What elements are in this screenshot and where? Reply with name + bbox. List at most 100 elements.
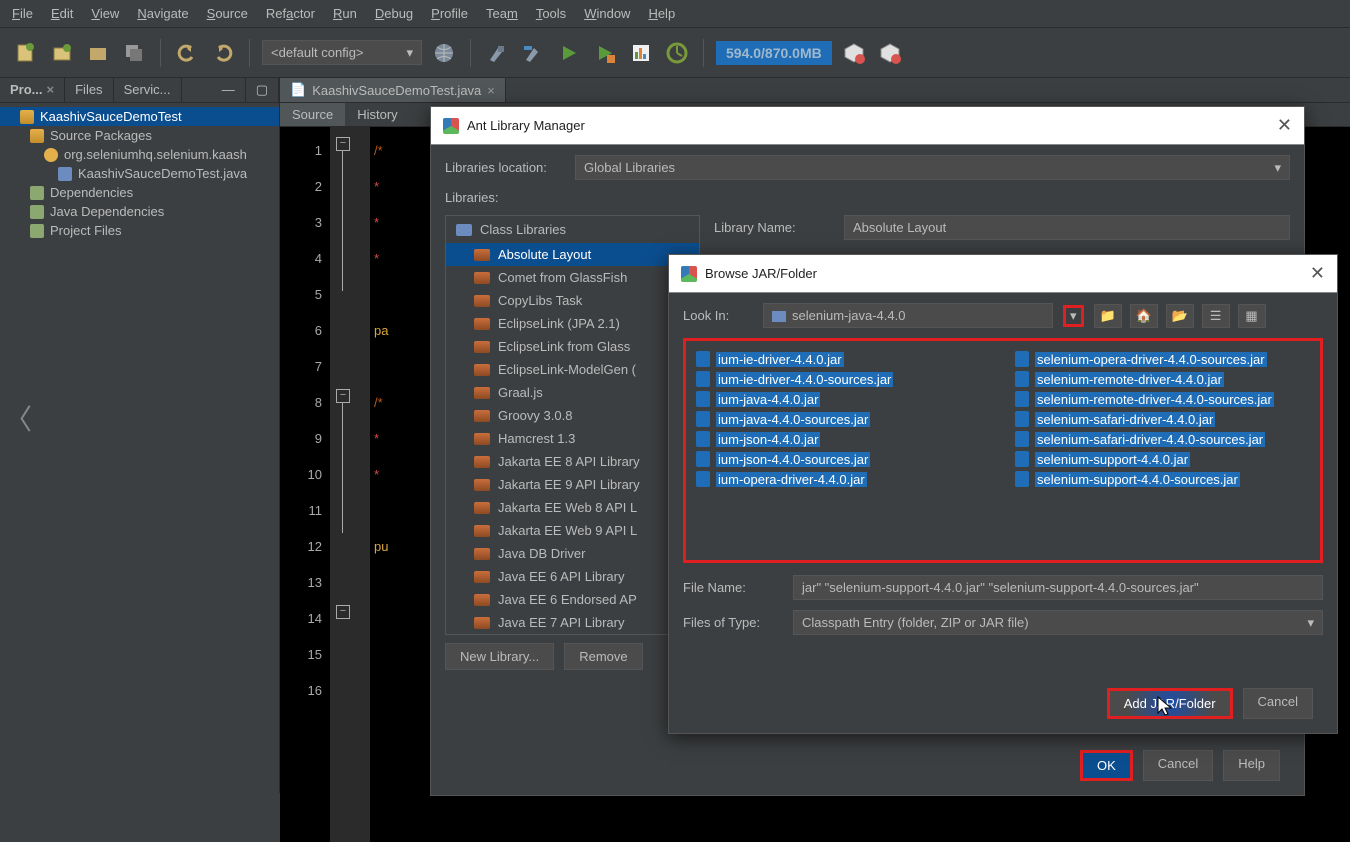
tree-node-projectfiles[interactable]: Project Files bbox=[0, 221, 279, 240]
file-item[interactable]: selenium-remote-driver-4.4.0.jar bbox=[1015, 371, 1224, 387]
file-name-input[interactable]: jar" "selenium-support-4.4.0.jar" "selen… bbox=[793, 575, 1323, 600]
new-folder-icon[interactable]: 📂 bbox=[1166, 304, 1194, 328]
file-item[interactable]: selenium-opera-driver-4.4.0-sources.jar bbox=[1015, 351, 1267, 367]
menu-edit[interactable]: Edit bbox=[51, 6, 73, 21]
list-view-icon[interactable]: ☰ bbox=[1202, 304, 1230, 328]
undo-icon[interactable] bbox=[173, 39, 201, 67]
list-item[interactable]: EclipseLink-ModelGen ( bbox=[446, 358, 699, 381]
libraries-listbox[interactable]: Class Libraries Absolute Layout Comet fr… bbox=[445, 215, 700, 635]
menu-help[interactable]: Help bbox=[648, 6, 675, 21]
editor-tab[interactable]: 📄 KaashivSauceDemoTest.java × bbox=[280, 78, 506, 102]
list-item[interactable]: Jakarta EE 8 API Library bbox=[446, 450, 699, 473]
add-jar-folder-button[interactable]: Add JAR/Folder bbox=[1107, 688, 1233, 719]
file-item[interactable]: ium-json-4.4.0-sources.jar bbox=[696, 451, 870, 467]
list-item[interactable]: EclipseLink from Glass bbox=[446, 335, 699, 358]
restore-icon[interactable]: ▢ bbox=[246, 78, 279, 102]
new-file-icon[interactable] bbox=[12, 39, 40, 67]
list-item[interactable]: Comet from GlassFish bbox=[446, 266, 699, 289]
tree-node-package[interactable]: org.seleniumhq.selenium.kaash bbox=[0, 145, 279, 164]
list-item[interactable]: Java EE 7 API Library bbox=[446, 611, 699, 634]
save-all-icon[interactable] bbox=[120, 39, 148, 67]
close-icon[interactable]: ✕ bbox=[1277, 115, 1292, 136]
close-icon[interactable]: × bbox=[487, 83, 495, 98]
list-item[interactable]: Java DB Driver bbox=[446, 542, 699, 565]
cancel-button[interactable]: Cancel bbox=[1143, 750, 1213, 781]
list-item[interactable]: Groovy 3.0.8 bbox=[446, 404, 699, 427]
menu-window[interactable]: Window bbox=[584, 6, 630, 21]
tab-services[interactable]: Servic... bbox=[114, 78, 182, 102]
memory-usage[interactable]: 594.0/870.0MB bbox=[716, 41, 832, 65]
tab-projects[interactable]: Pro...× bbox=[0, 78, 65, 102]
new-project-icon[interactable] bbox=[48, 39, 76, 67]
cancel-button[interactable]: Cancel bbox=[1243, 688, 1313, 719]
attach-profiler-icon[interactable] bbox=[663, 39, 691, 67]
plugin-icon-1[interactable] bbox=[840, 39, 868, 67]
plugin-icon-2[interactable] bbox=[876, 39, 904, 67]
profile-icon[interactable] bbox=[627, 39, 655, 67]
new-library-button[interactable]: New Library... bbox=[445, 643, 554, 670]
file-item[interactable]: selenium-support-4.4.0-sources.jar bbox=[1015, 471, 1240, 487]
tree-node-sources[interactable]: Source Packages bbox=[0, 126, 279, 145]
tree-node-project[interactable]: KaashivSauceDemoTest bbox=[0, 107, 279, 126]
list-item[interactable]: Jakarta EE Web 9 API L bbox=[446, 519, 699, 542]
file-item[interactable]: ium-json-4.4.0.jar bbox=[696, 431, 820, 447]
config-combo[interactable]: <default config> bbox=[262, 40, 422, 65]
up-level-icon[interactable]: 📁 bbox=[1094, 304, 1122, 328]
build-icon[interactable] bbox=[483, 39, 511, 67]
file-item[interactable]: ium-ie-driver-4.4.0-sources.jar bbox=[696, 371, 893, 387]
list-item[interactable]: Java EE 6 API Library bbox=[446, 565, 699, 588]
tab-files[interactable]: Files bbox=[65, 78, 113, 102]
list-item[interactable]: Java EE 6 Endorsed AP bbox=[446, 588, 699, 611]
run-icon[interactable] bbox=[555, 39, 583, 67]
menu-debug[interactable]: Debug bbox=[375, 6, 413, 21]
menu-navigate[interactable]: Navigate bbox=[137, 6, 188, 21]
list-item[interactable]: EclipseLink (JPA 2.1) bbox=[446, 312, 699, 335]
menu-run[interactable]: Run bbox=[333, 6, 357, 21]
file-item[interactable]: ium-java-4.4.0.jar bbox=[696, 391, 820, 407]
chevron-left-icon[interactable]: 〈 bbox=[4, 398, 32, 438]
tree-node-javadeps[interactable]: Java Dependencies bbox=[0, 202, 279, 221]
close-icon[interactable]: ✕ bbox=[1310, 263, 1325, 284]
tab-source[interactable]: Source bbox=[280, 103, 345, 126]
details-view-icon[interactable]: ▦ bbox=[1238, 304, 1266, 328]
redo-icon[interactable] bbox=[209, 39, 237, 67]
file-item[interactable]: ium-java-4.4.0-sources.jar bbox=[696, 411, 870, 427]
fold-toggle[interactable]: − bbox=[336, 605, 350, 619]
file-item[interactable]: ium-opera-driver-4.4.0.jar bbox=[696, 471, 867, 487]
look-in-dropdown-button[interactable]: ▾ bbox=[1063, 305, 1084, 327]
debug-icon[interactable] bbox=[591, 39, 619, 67]
globe-icon[interactable] bbox=[430, 39, 458, 67]
help-button[interactable]: Help bbox=[1223, 750, 1280, 781]
fold-toggle[interactable]: − bbox=[336, 389, 350, 403]
tree-node-deps[interactable]: Dependencies bbox=[0, 183, 279, 202]
minimize-icon[interactable]: — bbox=[212, 78, 246, 102]
list-item[interactable]: Absolute Layout bbox=[446, 243, 699, 266]
menu-source[interactable]: Source bbox=[207, 6, 248, 21]
list-item[interactable]: Jakarta EE 9 API Library bbox=[446, 473, 699, 496]
menu-refactor[interactable]: Refactor bbox=[266, 6, 315, 21]
file-item[interactable]: selenium-remote-driver-4.4.0-sources.jar bbox=[1015, 391, 1274, 407]
clean-build-icon[interactable] bbox=[519, 39, 547, 67]
menu-tools[interactable]: Tools bbox=[536, 6, 566, 21]
menu-profile[interactable]: Profile bbox=[431, 6, 468, 21]
library-name-field[interactable]: Absolute Layout bbox=[844, 215, 1290, 240]
remove-button[interactable]: Remove bbox=[564, 643, 642, 670]
fold-toggle[interactable]: − bbox=[336, 137, 350, 151]
list-item[interactable]: Graal.js bbox=[446, 381, 699, 404]
ok-button[interactable]: OK bbox=[1080, 750, 1133, 781]
open-icon[interactable] bbox=[84, 39, 112, 67]
libraries-location-combo[interactable]: Global Libraries bbox=[575, 155, 1290, 180]
menu-team[interactable]: Team bbox=[486, 6, 518, 21]
home-icon[interactable]: 🏠 bbox=[1130, 304, 1158, 328]
list-item[interactable]: Hamcrest 1.3 bbox=[446, 427, 699, 450]
file-item[interactable]: selenium-safari-driver-4.4.0-sources.jar bbox=[1015, 431, 1265, 447]
list-category[interactable]: Class Libraries bbox=[446, 216, 699, 243]
look-in-combo[interactable]: selenium-java-4.4.0 bbox=[763, 303, 1053, 328]
menu-view[interactable]: View bbox=[91, 6, 119, 21]
tree-node-file[interactable]: KaashivSauceDemoTest.java bbox=[0, 164, 279, 183]
file-list[interactable]: ium-ie-driver-4.4.0.jar ium-ie-driver-4.… bbox=[683, 338, 1323, 563]
file-item[interactable]: ium-ie-driver-4.4.0.jar bbox=[696, 351, 844, 367]
close-icon[interactable]: × bbox=[47, 82, 55, 97]
list-item[interactable]: CopyLibs Task bbox=[446, 289, 699, 312]
menu-file[interactable]: File bbox=[12, 6, 33, 21]
